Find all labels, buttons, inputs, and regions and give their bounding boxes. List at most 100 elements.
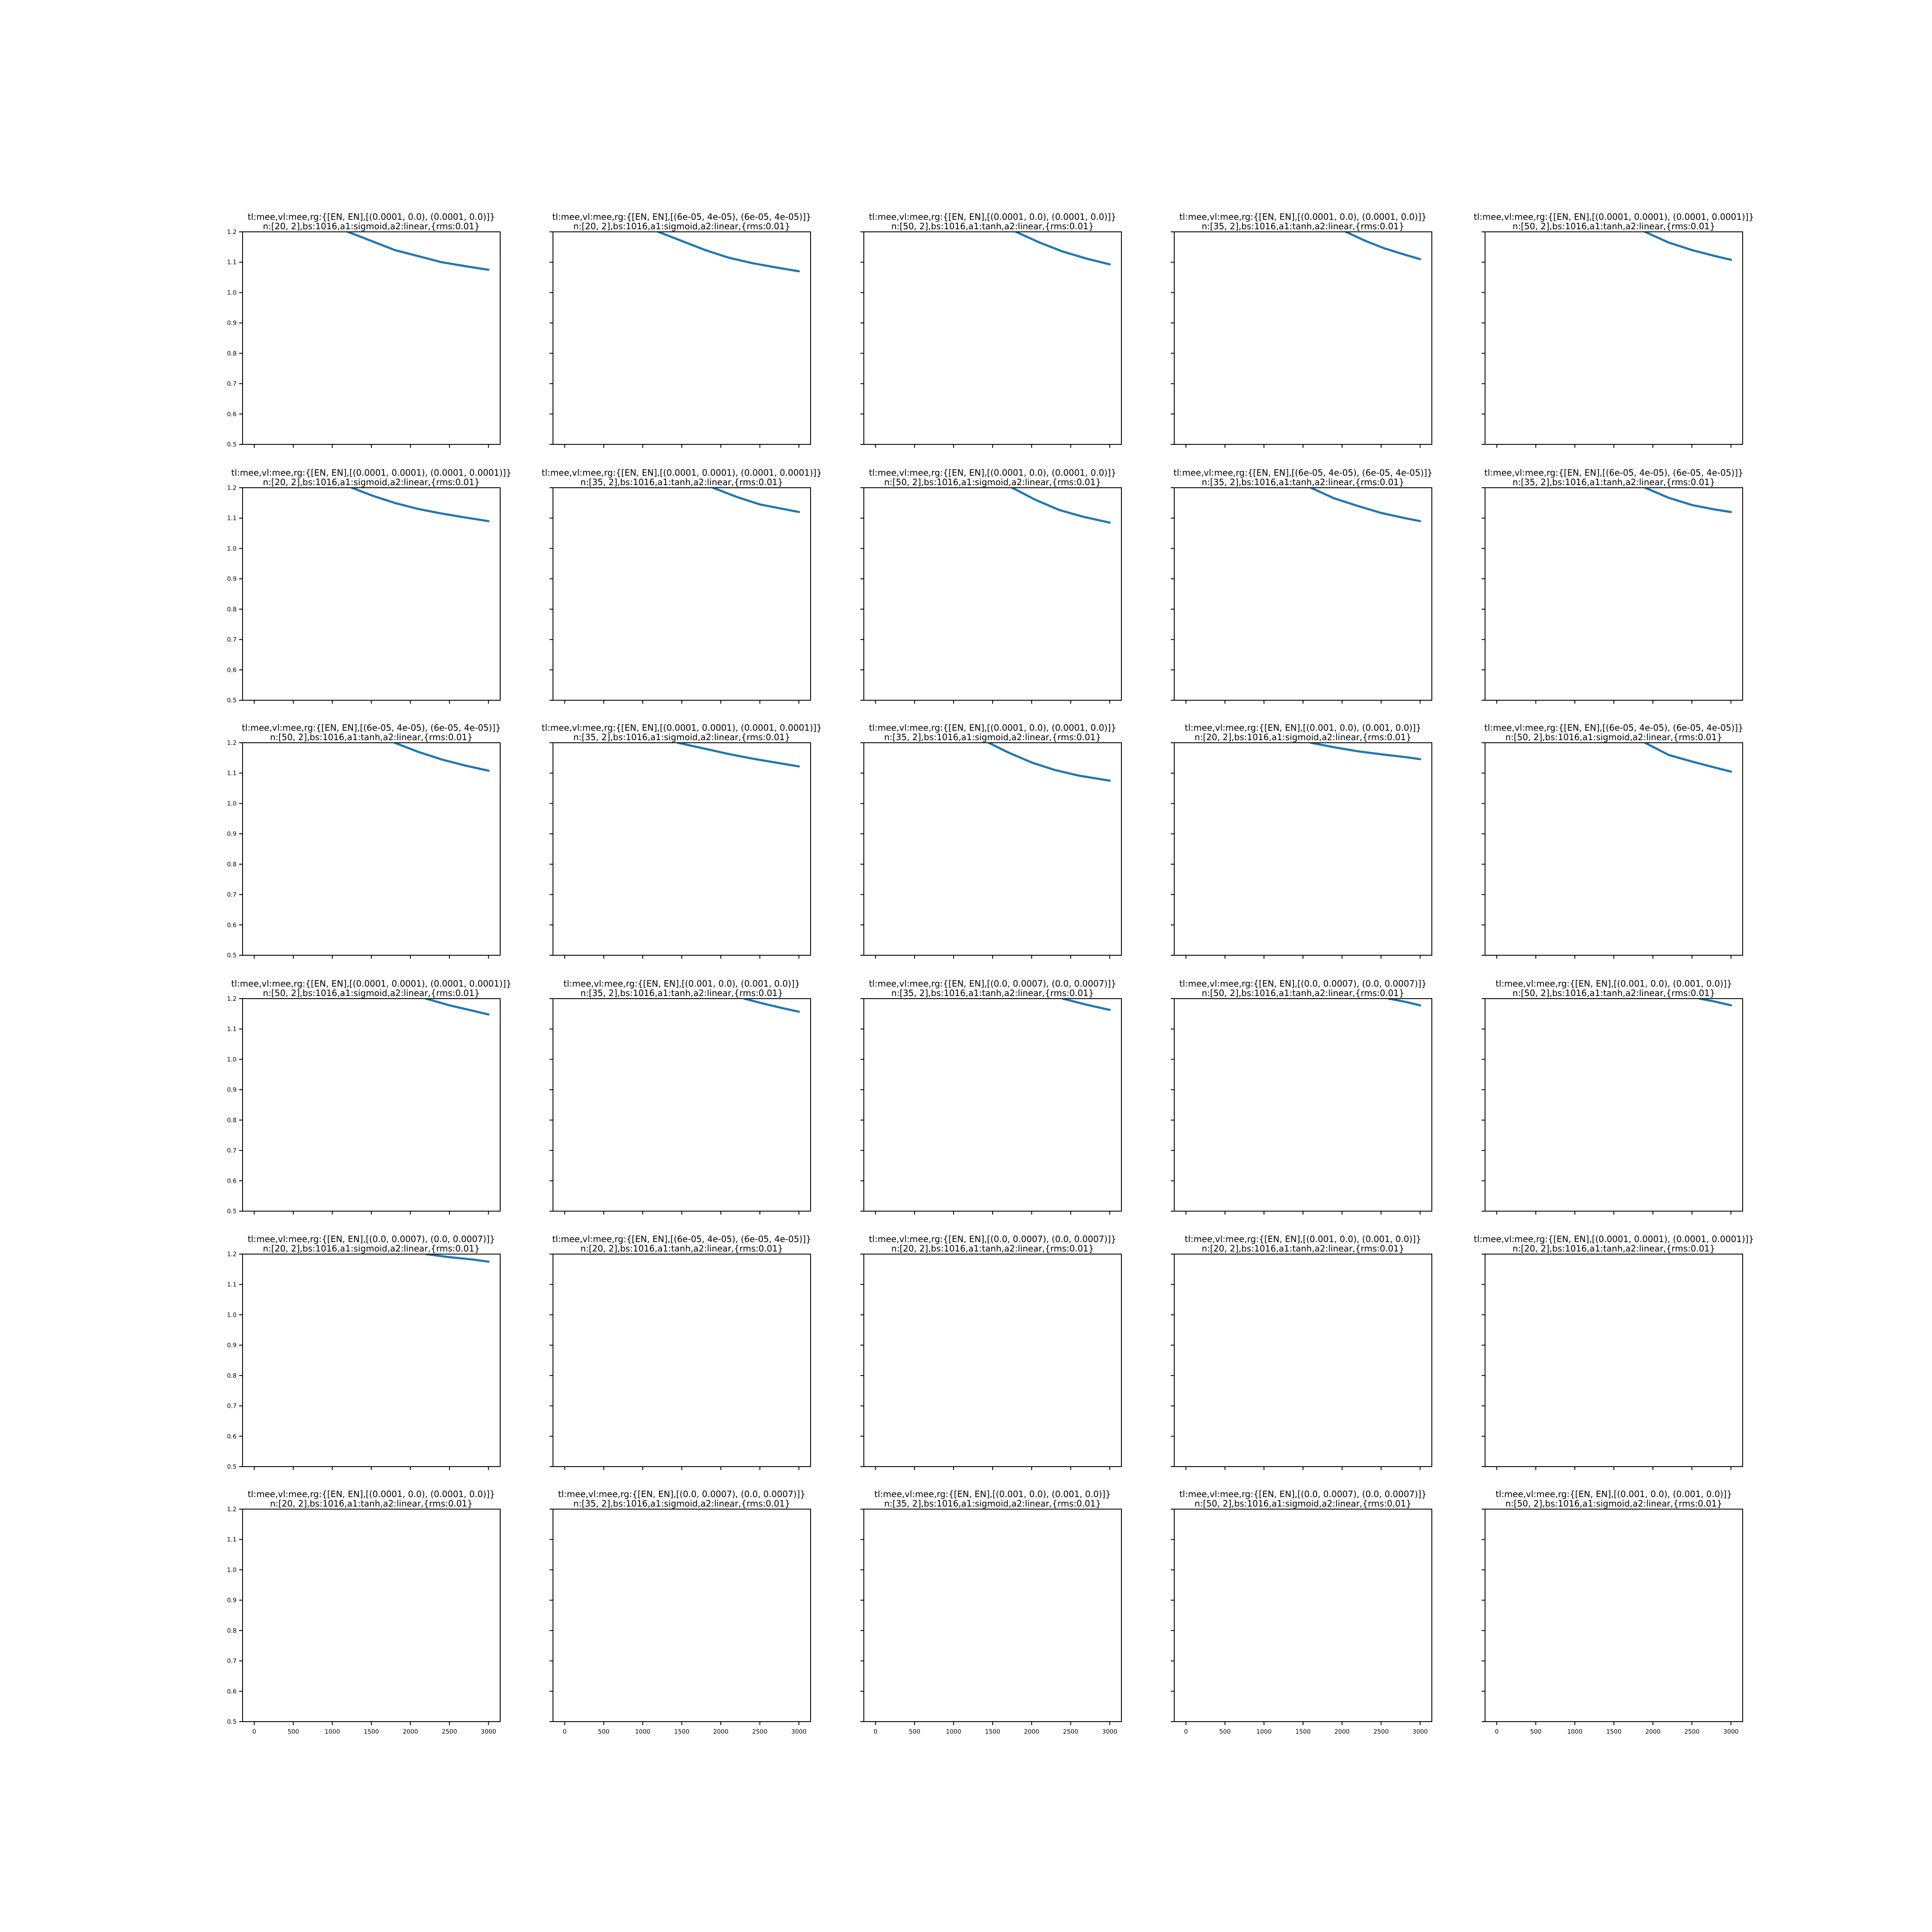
subplot-title: tl:mee,vl:mee,rg:{[EN, EN],[(0.0, 0.0007… bbox=[869, 978, 1116, 989]
x-tick-label: 500 bbox=[1219, 1728, 1231, 1735]
subplot-26: tl:mee,vl:mee,rg:{[EN, EN],[(0.0001, 0.0… bbox=[227, 1489, 501, 1735]
subplot-title: tl:mee,vl:mee,rg:{[EN, EN],[(0.001, 0.0)… bbox=[1185, 1234, 1422, 1244]
subplot-subtitle: n:[20, 2],bs:1016,a1:sigmoid,a2:linear,{… bbox=[1194, 732, 1411, 742]
subplot-subtitle: n:[50, 2],bs:1016,a1:sigmoid,a2:linear,{… bbox=[1505, 1498, 1722, 1509]
axes-frame bbox=[863, 487, 1122, 701]
x-tick-label: 3000 bbox=[791, 1728, 807, 1735]
subplot-3: tl:mee,vl:mee,rg:{[EN, EN],[(0.0001, 0.0… bbox=[860, 212, 1122, 448]
x-tick-label: 0 bbox=[252, 1728, 256, 1735]
y-tick-label: 0.5 bbox=[227, 1208, 237, 1215]
subplot-title: tl:mee,vl:mee,rg:{[EN, EN],[(6e-05, 4e-0… bbox=[552, 1234, 811, 1244]
subplot-1: tl:mee,vl:mee,rg:{[EN, EN],[(0.0001, 0.0… bbox=[227, 212, 501, 448]
series-line bbox=[987, 743, 1111, 782]
subplot-title: tl:mee,vl:mee,rg:{[EN, EN],[(0.0001, 0.0… bbox=[1179, 212, 1427, 222]
axes-frame bbox=[1174, 487, 1432, 701]
series-line bbox=[347, 232, 490, 271]
subplot-2: tl:mee,vl:mee,rg:{[EN, EN],[(6e-05, 4e-0… bbox=[550, 212, 811, 448]
y-tick-label: 0.9 bbox=[227, 320, 237, 327]
y-tick-label: 0.8 bbox=[227, 861, 237, 868]
subplot-title: tl:mee,vl:mee,rg:{[EN, EN],[(0.0, 0.0007… bbox=[1179, 978, 1427, 989]
x-tick-label: 500 bbox=[288, 1728, 299, 1735]
x-tick-label: 3000 bbox=[1723, 1728, 1739, 1735]
subplot-subtitle: n:[50, 2],bs:1016,a1:tanh,a2:linear,{rms… bbox=[270, 732, 473, 742]
y-tick-label: 1.0 bbox=[227, 289, 237, 296]
subplot-subtitle: n:[35, 2],bs:1016,a1:tanh,a2:linear,{rms… bbox=[1202, 221, 1404, 231]
y-tick-label: 0.6 bbox=[227, 1433, 237, 1440]
series-line bbox=[1011, 488, 1111, 524]
axes-frame bbox=[242, 1254, 501, 1467]
subplot-subtitle: n:[20, 2],bs:1016,a1:tanh,a2:linear,{rms… bbox=[1202, 1243, 1404, 1254]
subplot-title: tl:mee,vl:mee,rg:{[EN, EN],[(0.0001, 0.0… bbox=[869, 212, 1116, 222]
x-tick-label: 0 bbox=[1495, 1728, 1499, 1735]
subplot-6: tl:mee,vl:mee,rg:{[EN, EN],[(0.0001, 0.0… bbox=[227, 468, 512, 704]
y-tick-label: 0.7 bbox=[227, 1403, 237, 1410]
subplot-subtitle: n:[50, 2],bs:1016,a1:tanh,a2:linear,{rms… bbox=[1513, 988, 1715, 998]
subplot-subtitle: n:[20, 2],bs:1016,a1:tanh,a2:linear,{rms… bbox=[270, 1498, 473, 1509]
series-line bbox=[1644, 488, 1732, 513]
subplot-title: tl:mee,vl:mee,rg:{[EN, EN],[(0.0001, 0.0… bbox=[869, 468, 1116, 478]
axes-frame bbox=[1485, 742, 1743, 956]
y-tick-label: 0.7 bbox=[227, 1148, 237, 1154]
axes-frame bbox=[553, 998, 811, 1212]
subplot-subtitle: n:[35, 2],bs:1016,a1:tanh,a2:linear,{rms… bbox=[580, 988, 783, 998]
subplot-subtitle: n:[20, 2],bs:1016,a1:tanh,a2:linear,{rms… bbox=[1513, 1243, 1715, 1254]
subplot-title: tl:mee,vl:mee,rg:{[EN, EN],[(0.001, 0.0)… bbox=[875, 1489, 1111, 1499]
x-tick-label: 1000 bbox=[1256, 1728, 1272, 1735]
series-line bbox=[1698, 999, 1732, 1007]
y-tick-label: 1.2 bbox=[227, 740, 237, 747]
subplot-11: tl:mee,vl:mee,rg:{[EN, EN],[(6e-05, 4e-0… bbox=[227, 723, 501, 959]
subplot-title: tl:mee,vl:mee,rg:{[EN, EN],[(0.001, 0.0)… bbox=[564, 978, 800, 989]
x-tick-label: 2000 bbox=[403, 1728, 418, 1735]
subplot-27: tl:mee,vl:mee,rg:{[EN, EN],[(0.0, 0.0007… bbox=[550, 1489, 811, 1735]
subplot-subtitle: n:[20, 2],bs:1016,a1:sigmoid,a2:linear,{… bbox=[573, 221, 790, 231]
axes-frame bbox=[242, 742, 501, 956]
x-tick-label: 0 bbox=[874, 1728, 878, 1735]
series-line bbox=[657, 232, 800, 273]
x-tick-label: 3000 bbox=[1102, 1728, 1118, 1735]
subplot-12: tl:mee,vl:mee,rg:{[EN, EN],[(0.0001, 0.0… bbox=[542, 723, 822, 959]
subplot-29: tl:mee,vl:mee,rg:{[EN, EN],[(0.0, 0.0007… bbox=[1171, 1489, 1432, 1735]
x-tick-label: 2500 bbox=[1684, 1728, 1700, 1735]
y-tick-label: 0.6 bbox=[227, 922, 237, 929]
subplot-subtitle: n:[50, 2],bs:1016,a1:sigmoid,a2:linear,{… bbox=[1194, 1498, 1411, 1509]
y-tick-label: 0.7 bbox=[227, 892, 237, 899]
x-tick-label: 1500 bbox=[1295, 1728, 1311, 1735]
series-line bbox=[1309, 488, 1422, 522]
subplot-title: tl:mee,vl:mee,rg:{[EN, EN],[(0.0001, 0.0… bbox=[248, 212, 495, 222]
y-tick-label: 1.0 bbox=[227, 800, 237, 807]
subplot-subtitle: n:[50, 2],bs:1016,a1:sigmoid,a2:linear,{… bbox=[884, 477, 1101, 487]
y-tick-label: 1.0 bbox=[227, 1312, 237, 1318]
x-tick-label: 1000 bbox=[635, 1728, 650, 1735]
subplot-title: tl:mee,vl:mee,rg:{[EN, EN],[(0.0001, 0.0… bbox=[542, 468, 822, 478]
subplot-10: tl:mee,vl:mee,rg:{[EN, EN],[(6e-05, 4e-0… bbox=[1482, 468, 1744, 704]
y-tick-label: 0.7 bbox=[227, 381, 237, 388]
y-tick-label: 0.8 bbox=[227, 1373, 237, 1379]
y-tick-label: 0.9 bbox=[227, 1342, 237, 1349]
y-tick-label: 1.1 bbox=[227, 1026, 237, 1033]
subplot-subtitle: n:[20, 2],bs:1016,a1:sigmoid,a2:linear,{… bbox=[263, 221, 480, 231]
subplot-25: tl:mee,vl:mee,rg:{[EN, EN],[(0.0001, 0.0… bbox=[1474, 1234, 1754, 1470]
subplot-21: tl:mee,vl:mee,rg:{[EN, EN],[(0.0, 0.0007… bbox=[227, 1234, 501, 1470]
series-line bbox=[1644, 743, 1732, 773]
subplot-8: tl:mee,vl:mee,rg:{[EN, EN],[(0.0001, 0.0… bbox=[860, 468, 1122, 704]
subplot-subtitle: n:[35, 2],bs:1016,a1:tanh,a2:linear,{rms… bbox=[580, 477, 783, 487]
y-tick-label: 0.7 bbox=[227, 637, 237, 644]
subplot-19: tl:mee,vl:mee,rg:{[EN, EN],[(0.0, 0.0007… bbox=[1171, 978, 1432, 1215]
axes-frame bbox=[863, 1509, 1122, 1722]
y-tick-label: 1.2 bbox=[227, 229, 237, 236]
y-tick-label: 1.2 bbox=[227, 1251, 237, 1258]
y-tick-label: 0.9 bbox=[227, 831, 237, 838]
x-tick-label: 500 bbox=[909, 1728, 920, 1735]
y-tick-label: 0.5 bbox=[227, 952, 237, 959]
subplot-title: tl:mee,vl:mee,rg:{[EN, EN],[(0.0001, 0.0… bbox=[231, 978, 512, 989]
y-tick-label: 0.5 bbox=[227, 697, 237, 704]
x-tick-label: 500 bbox=[598, 1728, 610, 1735]
subplot-title: tl:mee,vl:mee,rg:{[EN, EN],[(0.0001, 0.0… bbox=[869, 723, 1116, 733]
series-line bbox=[1015, 232, 1111, 266]
subplot-subtitle: n:[35, 2],bs:1016,a1:sigmoid,a2:linear,{… bbox=[573, 732, 790, 742]
y-tick-label: 0.8 bbox=[227, 1628, 237, 1634]
subplot-subtitle: n:[20, 2],bs:1016,a1:tanh,a2:linear,{rms… bbox=[580, 1243, 783, 1254]
series-line bbox=[1062, 999, 1111, 1011]
y-tick-label: 1.1 bbox=[227, 259, 237, 266]
y-tick-label: 0.7 bbox=[227, 1658, 237, 1665]
